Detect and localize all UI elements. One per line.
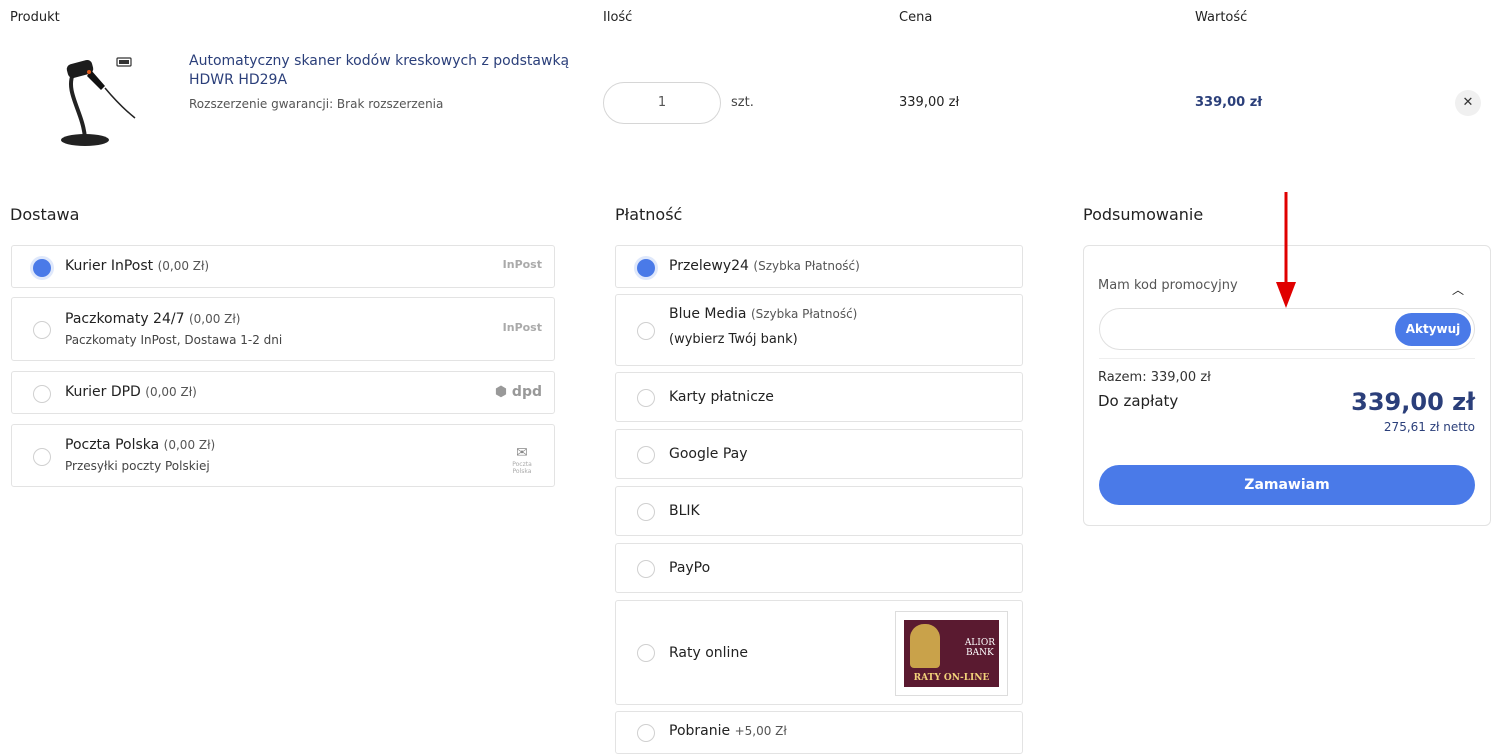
delivery-option-description: Przesyłki poczty Polskiej xyxy=(65,459,210,473)
payment-option-name: PayPo xyxy=(669,560,711,576)
poczta-polska-logo: ✉ Poczta Polska xyxy=(512,445,532,475)
amount-due-label: Do zapłaty xyxy=(1098,392,1179,410)
delivery-option-price: (0,00 Zł) xyxy=(188,312,241,326)
promo-activate-button[interactable]: Aktywuj xyxy=(1395,313,1471,346)
annotation-arrow-icon xyxy=(1276,192,1296,308)
radio-button[interactable] xyxy=(33,259,51,277)
radio-button[interactable] xyxy=(637,389,655,407)
subtotal-text: Razem: 339,00 zł xyxy=(1098,370,1211,385)
delivery-option-name: Paczkomaty 24/7 xyxy=(65,311,185,327)
payment-option-name: Pobranie xyxy=(669,723,731,739)
dpd-logo-text: dpd xyxy=(511,384,542,400)
payment-option-note: +5,00 Zł xyxy=(734,724,787,738)
payment-option-name: Raty online xyxy=(669,645,748,661)
alior-logo-line3: RATY ON-LINE xyxy=(913,673,990,683)
payment-option-description: (wybierz Twój bank) xyxy=(669,332,798,347)
line-value: 339,00 zł xyxy=(1195,95,1263,110)
radio-button[interactable] xyxy=(33,448,51,466)
delivery-option-price: (0,00 Zł) xyxy=(145,385,197,399)
delivery-option-inpost-courier[interactable]: Kurier InPost (0,00 Zł) InPost xyxy=(11,245,555,288)
payment-option-paypo[interactable]: PayPo xyxy=(615,543,1023,593)
alior-logo-line1: ALIOR xyxy=(964,638,995,648)
payment-option-name: Blue Media xyxy=(669,306,747,322)
payment-option-name: Karty płatnicze xyxy=(669,389,774,405)
delivery-option-description: Paczkomaty InPost, Dostawa 1-2 dni xyxy=(65,333,283,347)
radio-button[interactable] xyxy=(33,321,51,339)
radio-button[interactable] xyxy=(637,446,655,464)
payment-option-przelewy24[interactable]: Przelewy24 (Szybka Płatność) xyxy=(615,245,1023,288)
delivery-heading: Dostawa xyxy=(10,205,80,224)
payment-option-note: (Szybka Płatność) xyxy=(750,307,858,321)
delivery-option-name: Poczta Polska xyxy=(65,437,160,453)
delivery-option-paczkomaty[interactable]: Paczkomaty 24/7 (0,00 Zł) Paczkomaty InP… xyxy=(11,297,555,361)
place-order-button[interactable]: Zamawiam xyxy=(1099,465,1475,505)
close-icon: ✕ xyxy=(1462,95,1474,110)
radio-button[interactable] xyxy=(33,385,51,403)
column-header-qty: Ilość xyxy=(603,10,633,25)
quantity-input[interactable]: 1 xyxy=(603,82,721,124)
delivery-option-poczta-polska[interactable]: Poczta Polska (0,00 Zł) Przesyłki poczty… xyxy=(11,424,555,487)
alior-bank-logo: ALIOR BANK RATY ON-LINE xyxy=(895,611,1008,696)
payment-option-cards[interactable]: Karty płatnicze xyxy=(615,372,1023,422)
total-amount: 339,00 zł xyxy=(1351,388,1475,416)
delivery-option-price: (0,00 Zł) xyxy=(163,438,216,452)
delivery-option-price: (0,00 Zł) xyxy=(157,259,210,273)
alior-logo-line2: BANK xyxy=(966,648,994,658)
payment-option-blik[interactable]: BLIK xyxy=(615,486,1023,536)
payment-option-blue-media[interactable]: Blue Media (Szybka Płatność) (wybierz Tw… xyxy=(615,294,1023,366)
poczta-polska-logo-text: Poczta Polska xyxy=(512,461,532,475)
payment-option-note: (Szybka Płatność) xyxy=(753,259,860,273)
radio-button[interactable] xyxy=(637,322,655,340)
chevron-up-icon[interactable]: ︿ xyxy=(1452,281,1464,298)
summary-heading: Podsumowanie xyxy=(1083,205,1204,224)
payment-option-name: Przelewy24 xyxy=(669,258,749,274)
column-header-value: Wartość xyxy=(1195,10,1248,25)
quantity-unit: szt. xyxy=(731,95,754,110)
delivery-option-name: Kurier InPost xyxy=(65,258,154,274)
payment-option-pobranie[interactable]: Pobranie +5,00 Zł xyxy=(615,711,1023,754)
summary-divider xyxy=(1099,358,1475,359)
product-title-link[interactable]: Automatyczny skaner kodów kreskowych z p… xyxy=(189,52,589,90)
radio-button[interactable] xyxy=(637,724,655,742)
remove-item-button[interactable]: ✕ xyxy=(1455,90,1481,116)
product-warranty-text: Rozszerzenie gwarancji: Brak rozszerzeni… xyxy=(189,97,444,111)
column-header-price: Cena xyxy=(899,10,933,25)
product-image[interactable] xyxy=(55,52,145,152)
payment-option-google-pay[interactable]: Google Pay xyxy=(615,429,1023,479)
dpd-logo: ⬢ dpd xyxy=(494,384,542,400)
unit-price: 339,00 zł xyxy=(899,95,960,110)
net-amount: 275,61 zł netto xyxy=(1383,420,1475,434)
payment-option-name: BLIK xyxy=(669,503,700,519)
promo-code-toggle[interactable]: Mam kod promocyjny xyxy=(1098,278,1238,293)
delivery-option-dpd[interactable]: Kurier DPD (0,00 Zł) ⬢ dpd xyxy=(11,371,555,414)
payment-option-raty-online[interactable]: Raty online ALIOR BANK RATY ON-LINE xyxy=(615,600,1023,705)
inpost-logo: InPost xyxy=(502,321,542,334)
radio-button[interactable] xyxy=(637,560,655,578)
radio-button[interactable] xyxy=(637,644,655,662)
column-header-product: Produkt xyxy=(10,10,60,25)
payment-option-name: Google Pay xyxy=(669,446,748,462)
delivery-option-name: Kurier DPD xyxy=(65,384,141,400)
radio-button[interactable] xyxy=(637,503,655,521)
inpost-logo: InPost xyxy=(502,258,542,271)
payment-heading: Płatność xyxy=(615,205,683,224)
radio-button[interactable] xyxy=(637,259,655,277)
